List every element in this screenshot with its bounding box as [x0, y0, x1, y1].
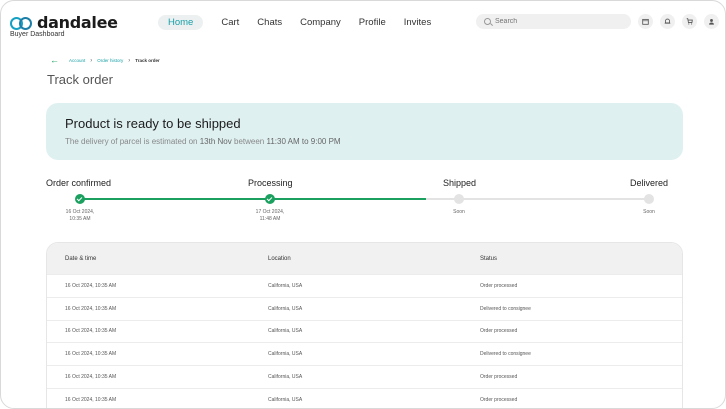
- breadcrumb-order-history[interactable]: Order history: [97, 58, 123, 63]
- step-label-shipped: Shipped: [443, 178, 477, 188]
- cell-status: Order processed: [480, 396, 518, 403]
- step-label-processing: Processing: [248, 178, 293, 188]
- cell-date: 16 Oct 2024, 10:35 AM: [65, 351, 117, 358]
- back-arrow-icon[interactable]: ←: [50, 56, 59, 65]
- table-row: 16 Oct 2024, 10:35 AM California, USA De…: [47, 342, 682, 365]
- main-nav: Home Cart Chats Company Profile Invites: [158, 15, 449, 30]
- brand-subtitle: Buyer Dashboard: [10, 31, 65, 38]
- step-label-order-confirmed: Order confirmed: [46, 178, 112, 188]
- step-date: Soon: [643, 209, 655, 215]
- nav-item-invites[interactable]: Invites: [404, 17, 431, 28]
- cell-status: Order processed: [480, 328, 518, 335]
- cell-location: California, USA: [268, 282, 303, 289]
- user-icon[interactable]: [704, 14, 719, 29]
- tracking-history-table: Date & time Location Status 16 Oct 2024,…: [46, 242, 683, 408]
- cell-location: California, USA: [268, 328, 303, 335]
- brand-logo[interactable]: dandalee: [10, 13, 118, 32]
- nav-item-home[interactable]: Home: [158, 15, 204, 30]
- chevron-right-icon: ›: [90, 57, 93, 64]
- step-date: Soon: [453, 209, 465, 215]
- step-date: 17 Oct 2024, 11:48 AM: [255, 209, 285, 222]
- step-pending-dot: [454, 194, 464, 204]
- cell-location: California, USA: [268, 396, 303, 403]
- table-row: 16 Oct 2024, 10:35 AM California, USA De…: [47, 296, 682, 320]
- step-check-icon: [265, 194, 275, 204]
- step-date: 16 Oct 2024, 10:35 AM: [65, 209, 95, 222]
- step-pending-dot: [644, 194, 654, 204]
- cell-date: 16 Oct 2024, 10:35 AM: [65, 374, 117, 381]
- table-row: 16 Oct 2024, 10:35 AM California, USA Or…: [47, 387, 682, 408]
- cell-status: Delivered to consignee: [480, 351, 531, 358]
- cell-status: Order processed: [480, 374, 518, 381]
- estimated-time-range: 11:30 AM to 9:00 PM: [266, 137, 341, 146]
- estimated-date: 13th Nov: [199, 137, 232, 146]
- nav-item-company[interactable]: Company: [300, 17, 341, 28]
- banner-title: Product is ready to be shipped: [65, 116, 241, 131]
- nav-item-profile[interactable]: Profile: [359, 17, 386, 28]
- cell-location: California, USA: [268, 305, 303, 312]
- column-header-date: Date & time: [65, 255, 97, 262]
- cell-date: 16 Oct 2024, 10:35 AM: [65, 396, 117, 403]
- nav-item-cart[interactable]: Cart: [221, 17, 239, 28]
- nav-item-chats[interactable]: Chats: [257, 17, 282, 28]
- cell-location: California, USA: [268, 374, 303, 381]
- step-check-icon: [75, 194, 85, 204]
- calendar-icon[interactable]: [638, 14, 653, 29]
- cell-status: Delivered to consignee: [480, 305, 531, 312]
- cart-icon[interactable]: [682, 14, 697, 29]
- column-header-location: Location: [268, 255, 291, 262]
- cell-status: Order processed: [480, 282, 518, 289]
- progress-line-done: [270, 198, 426, 200]
- cell-location: California, USA: [268, 351, 303, 358]
- search-input[interactable]: [495, 18, 615, 25]
- shipping-status-banner: Product is ready to be shipped The deliv…: [46, 103, 683, 160]
- bell-icon[interactable]: [660, 14, 675, 29]
- search-bar[interactable]: [476, 14, 631, 29]
- progress-line-done: [80, 198, 270, 200]
- app-window: dandalee Buyer Dashboard Home Cart Chats…: [0, 0, 726, 409]
- breadcrumb: ← Account › Order history › Track order: [50, 56, 165, 65]
- step-label-delivered: Delivered: [630, 178, 669, 188]
- table-row: 16 Oct 2024, 10:35 AM California, USA Or…: [47, 319, 682, 343]
- cell-date: 16 Oct 2024, 10:35 AM: [65, 328, 117, 335]
- breadcrumb-track-order: Track order: [135, 58, 160, 63]
- search-icon: [484, 18, 491, 25]
- breadcrumb-account[interactable]: Account: [69, 58, 85, 63]
- table-header: Date & time Location Status: [47, 243, 682, 274]
- order-progress-tracker: Order confirmed 16 Oct 2024, 10:35 AM Pro…: [46, 178, 683, 228]
- table-row: 16 Oct 2024, 10:35 AM California, USA Or…: [47, 274, 682, 297]
- chevron-right-icon: ›: [128, 57, 131, 64]
- cell-date: 16 Oct 2024, 10:35 AM: [65, 305, 117, 312]
- brand-name: dandalee: [37, 13, 118, 32]
- cell-date: 16 Oct 2024, 10:35 AM: [65, 282, 117, 289]
- logo-mark-icon: [10, 16, 34, 30]
- page-title: Track order: [47, 72, 113, 87]
- banner-text: The delivery of parcel is estimated on 1…: [65, 137, 341, 146]
- table-row: 16 Oct 2024, 10:35 AM California, USA Or…: [47, 365, 682, 388]
- column-header-status: Status: [480, 255, 498, 262]
